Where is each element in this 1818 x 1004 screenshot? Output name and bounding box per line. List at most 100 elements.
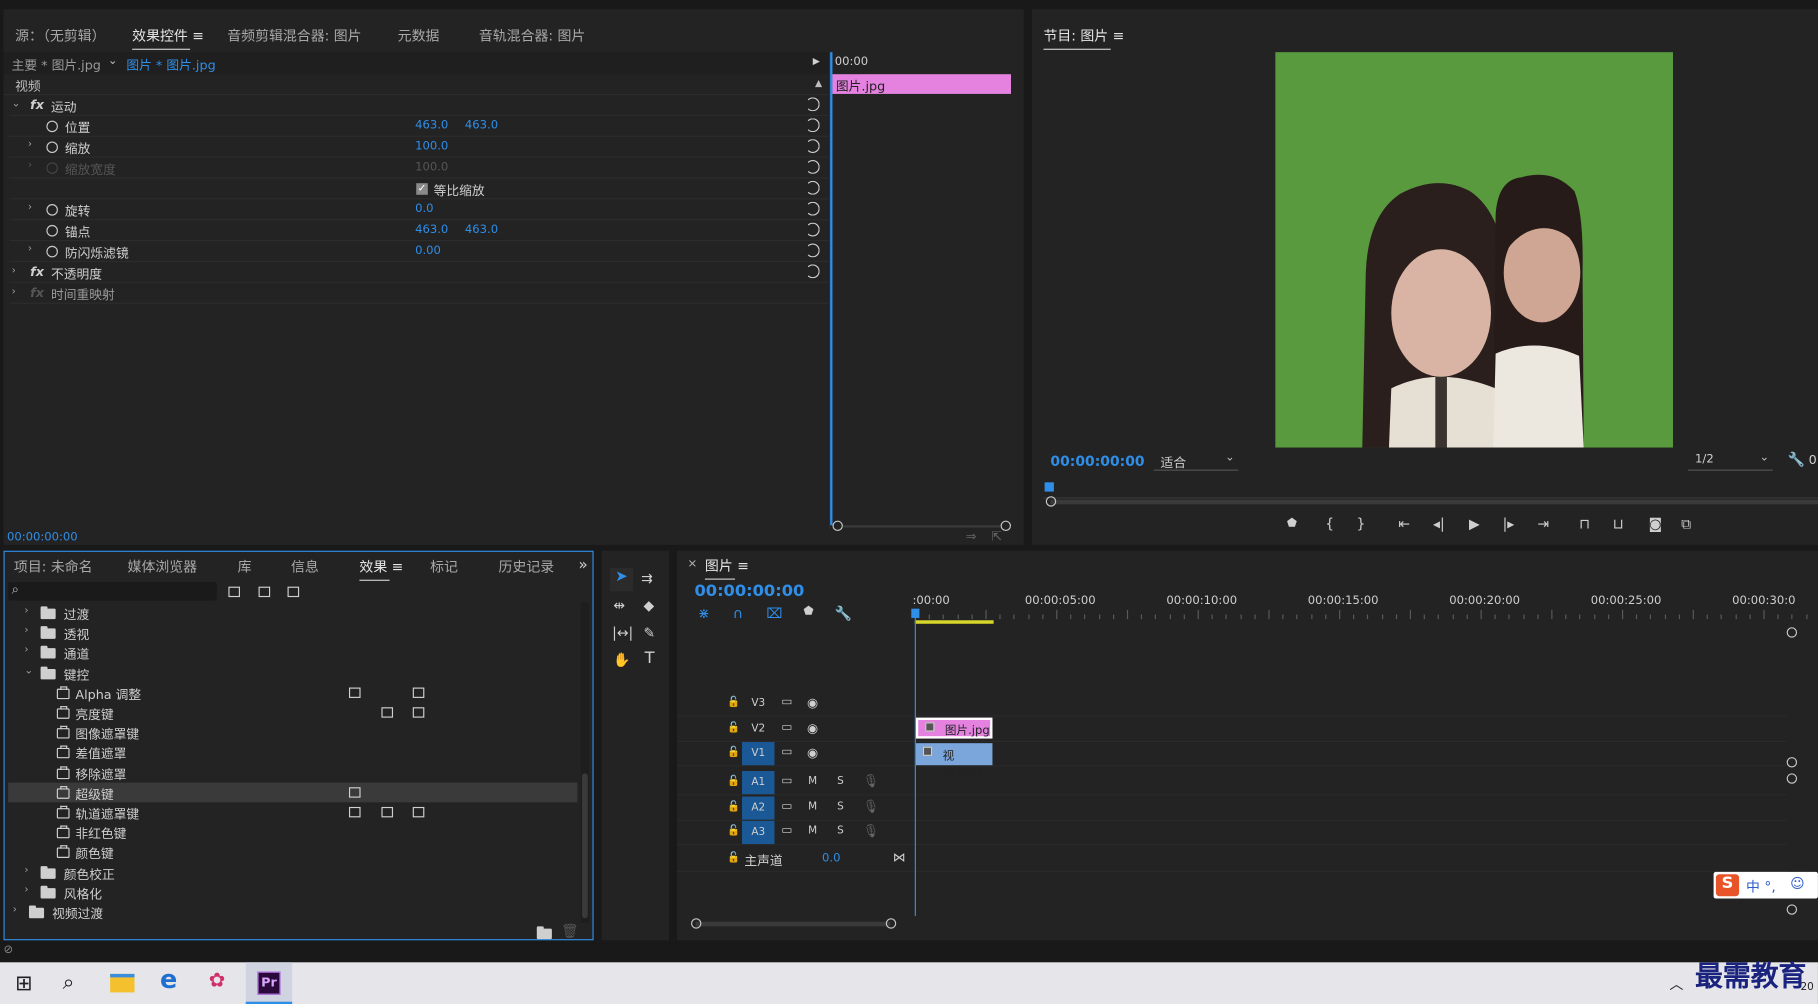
ec-timecode[interactable]: 00:00:00:00 [7, 531, 78, 544]
checkbox[interactable]: ✓ [416, 183, 428, 195]
effect-row[interactable]: › 缩放宽度 100.0 [9, 158, 829, 179]
panel-tab[interactable]: 项目: 未命名 [14, 557, 93, 577]
work-area-bar[interactable] [914, 620, 994, 624]
fx-badge-icon[interactable]: fx [30, 264, 44, 279]
menu-icon[interactable]: ≡ [387, 559, 404, 575]
lock-icon[interactable]: 🔓 [727, 826, 740, 838]
mark-in-icon[interactable]: { [1325, 516, 1334, 532]
stopwatch-icon[interactable] [46, 204, 58, 216]
video-track[interactable]: 🔓 V3 ▭ ◉ [677, 692, 1787, 717]
play-icon[interactable]: ▶ [1469, 516, 1480, 532]
camera-icon[interactable]: ◙ [1649, 516, 1663, 532]
go-to-out-icon[interactable]: ⇥ [1537, 516, 1549, 532]
premiere-taskbar-button[interactable]: Pr [245, 962, 293, 1004]
tab-metadata[interactable]: 元数据 [398, 26, 440, 46]
property-value[interactable]: 463.0 [415, 119, 448, 132]
app-icon[interactable]: ✿ [209, 969, 226, 992]
tab-effect-controls[interactable]: 效果控件 ≡ [132, 26, 204, 50]
reset-icon[interactable] [805, 180, 820, 195]
chevron-right-icon[interactable]: › [12, 286, 16, 298]
type-tool-icon[interactable]: T [645, 649, 655, 668]
filter-icon[interactable]: ⇒ [966, 529, 977, 544]
razor-tool-icon[interactable]: ◆ [643, 597, 654, 613]
menu-icon[interactable]: ≡ [192, 28, 204, 44]
lock-icon[interactable]: 🔓 [727, 776, 740, 788]
add-marker-icon[interactable]: ⬟ [803, 605, 813, 618]
chevron-right-icon[interactable]: › [24, 605, 28, 617]
close-icon[interactable]: × [688, 558, 698, 571]
tree-item[interactable]: 图像遮罩键 [8, 723, 577, 742]
hand-tool-icon[interactable]: ✋ [613, 652, 630, 668]
32bit-effects-icon[interactable] [258, 586, 271, 598]
chevron-right-icon[interactable]: › [28, 202, 32, 214]
solo-button[interactable]: S [837, 826, 844, 838]
chevron-down-icon[interactable]: ⌄ [108, 54, 118, 67]
tree-item[interactable]: 非红色键 [8, 822, 577, 842]
master-track-value[interactable]: 0.0 [822, 852, 840, 865]
timeline-a-scroll-top[interactable] [1786, 773, 1798, 784]
panel-tab[interactable]: 效果 ≡ [359, 557, 404, 581]
reset-icon[interactable] [805, 222, 820, 237]
tab-audio-track-mixer[interactable]: 音轨混合器: 图片 [479, 26, 586, 46]
chevron-right-icon[interactable]: › [24, 864, 28, 876]
property-value[interactable]: 0.0 [415, 203, 433, 216]
export-icon[interactable]: ⇱ [991, 529, 1002, 544]
solo-button[interactable]: S [837, 776, 844, 788]
tree-item[interactable]: 移除遮罩 [8, 762, 577, 782]
eye-icon[interactable]: ◉ [807, 721, 818, 736]
sync-lock-icon[interactable]: ▭ [781, 721, 792, 734]
property-value[interactable]: 463.0 [415, 224, 448, 237]
tree-item[interactable]: 超级键 [8, 782, 578, 803]
sync-lock-icon[interactable]: ▭ [781, 746, 792, 759]
program-monitor-title[interactable]: 节目: 图片 ≡ [1043, 26, 1124, 50]
sync-lock-icon[interactable]: ▭ [781, 800, 792, 813]
clip-v1[interactable]: 视频.mp4 [915, 743, 993, 780]
audio-track[interactable]: 🔓 A2 ▭ M S 🎙 [677, 796, 1787, 821]
accelerated-effects-icon[interactable] [228, 586, 240, 598]
panel-tab[interactable]: 标记 [430, 557, 458, 577]
windows-start-icon[interactable]: ⊞ [15, 972, 32, 996]
video-track[interactable]: 🔓 V2 ▭ ◉ [677, 717, 1787, 742]
fx-badge-icon[interactable]: fx [30, 285, 44, 300]
sync-lock-icon[interactable]: ▭ [781, 696, 792, 709]
property-value[interactable]: 100.0 [415, 161, 448, 174]
track-target[interactable]: A3 [742, 821, 775, 845]
step-back-icon[interactable]: ◂| [1433, 516, 1445, 532]
effect-row[interactable]: 位置 463.0 463.0 [9, 116, 829, 137]
slip-tool-icon[interactable]: |↔| [612, 625, 633, 641]
ime-toolbar[interactable]: S 中 °, ☺ [1713, 871, 1818, 899]
go-to-in-icon[interactable]: ⇤ [1398, 516, 1410, 532]
sync-lock-icon[interactable]: ▭ [781, 774, 792, 787]
trash-icon[interactable]: 🗑 [561, 923, 579, 939]
file-explorer-icon[interactable] [110, 973, 135, 993]
ec-playhead[interactable] [830, 52, 833, 526]
tree-item[interactable]: › 视频过渡 [8, 902, 577, 921]
mark-out-icon[interactable]: } [1356, 516, 1365, 532]
step-forward-icon[interactable]: |▸ [1503, 516, 1515, 532]
new-bin-icon[interactable] [536, 926, 552, 940]
effect-row[interactable]: › fx 时间重映射 [9, 283, 829, 304]
program-scroll-track[interactable] [1050, 499, 1818, 505]
audio-track[interactable]: 🔓 A1 ▭ M S 🎙 [677, 771, 1787, 796]
yuv-effects-icon[interactable] [287, 586, 300, 598]
ec-scroll-track[interactable] [842, 525, 1001, 528]
eye-icon[interactable]: ◉ [807, 696, 818, 711]
lock-icon[interactable]: 🔓 [727, 697, 740, 709]
wrench-icon[interactable]: 🔧 [1788, 451, 1805, 467]
emoji-icon[interactable]: ☺ [1790, 875, 1805, 891]
clip-label[interactable]: 图片 * 图片.jpg [126, 56, 215, 75]
clip-v2[interactable]: 图片.jpg [915, 717, 993, 739]
property-value[interactable]: 463.0 [465, 119, 498, 132]
tree-item[interactable]: 轨道遮罩键 [8, 802, 577, 822]
tab-audio-clip-mixer[interactable]: 音频剪辑混合器: 图片 [227, 26, 361, 46]
chevron-right-icon[interactable]: › [24, 884, 28, 896]
track-target[interactable]: A1 [742, 771, 775, 795]
stopwatch-icon[interactable] [46, 245, 58, 258]
video-track[interactable]: 🔓 V1 ▭ ◉ [677, 742, 1787, 767]
program-timecode[interactable]: 00:00:00:00 [1050, 453, 1144, 469]
lift-icon[interactable]: ⊓ [1579, 516, 1590, 532]
ripple-edit-tool-icon[interactable]: ⇹ [613, 597, 625, 613]
compare-icon[interactable]: ⧉ [1681, 516, 1691, 533]
reset-icon[interactable] [805, 264, 820, 279]
tree-item[interactable]: Alpha 调整 [8, 683, 577, 702]
